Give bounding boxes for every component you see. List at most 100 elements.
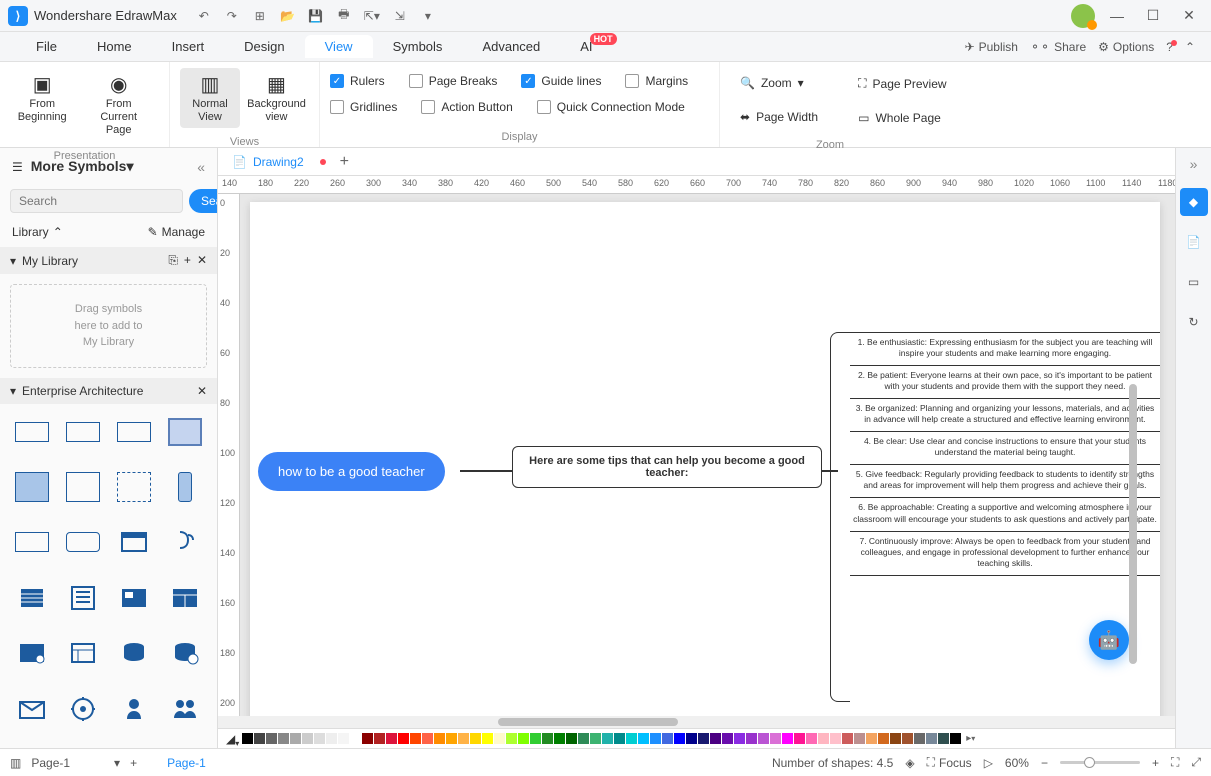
shape-item[interactable] [61,414,104,450]
menu-view[interactable]: View [305,35,373,58]
shape-item[interactable] [164,691,207,727]
page-select[interactable]: Page-1 ▾ [31,756,120,770]
color-swatch[interactable] [254,733,265,744]
canvas[interactable]: how to be a good teacher Here are some t… [240,194,1175,716]
zoom-level[interactable]: 60% [1005,756,1029,770]
tip-item[interactable]: 4. Be clear: Use clear and concise instr… [850,432,1160,465]
search-input[interactable] [10,189,183,213]
color-swatch[interactable] [950,733,961,744]
color-swatch[interactable] [818,733,829,744]
shape-item[interactable] [10,469,53,505]
shape-item[interactable] [113,691,156,727]
color-swatch[interactable] [782,733,793,744]
shape-item[interactable] [113,414,156,450]
import-icon[interactable]: ⇲ [389,5,411,27]
gridlines-checkbox[interactable]: Gridlines [330,100,397,114]
pagewidth-button[interactable]: ⬌Page Width [730,104,828,130]
shape-item[interactable] [10,580,53,616]
color-swatch[interactable] [758,733,769,744]
redo-icon[interactable]: ↷ [221,5,243,27]
expand-rail-icon[interactable]: » [1190,156,1198,172]
tip-item[interactable]: 7. Continuously improve: Always be open … [850,532,1160,576]
wholepage-button[interactable]: ▭Whole Page [848,105,956,131]
color-swatch[interactable] [374,733,385,744]
color-swatch[interactable] [698,733,709,744]
minimize-button[interactable]: — [1103,2,1131,30]
color-swatch[interactable] [302,733,313,744]
save-icon[interactable]: 💾 [305,5,327,27]
shape-item[interactable] [10,524,53,560]
shape-item[interactable] [113,635,156,671]
shape-item[interactable] [61,580,104,616]
color-swatch[interactable] [326,733,337,744]
print-icon[interactable]: 🖶 [333,5,355,27]
color-swatch[interactable] [842,733,853,744]
add-icon[interactable]: + [184,253,191,268]
color-swatch[interactable] [398,733,409,744]
open-icon[interactable]: 📂 [277,5,299,27]
menu-advanced[interactable]: Advanced [462,35,560,58]
color-swatch[interactable] [434,733,445,744]
horizontal-scrollbar-thumb[interactable] [498,718,678,726]
ai-assistant-button[interactable]: 🤖 [1089,620,1129,660]
color-swatch[interactable] [902,733,913,744]
share-button[interactable]: ⚬⚬Share [1030,40,1086,54]
help-button[interactable]: ? [1166,40,1173,54]
color-scroll-icon[interactable]: ▸▾ [966,733,975,744]
collapse-ribbon-button[interactable]: ⌃ [1185,40,1195,54]
add-tab-button[interactable]: + [334,153,355,171]
document-tab[interactable]: 📄Drawing2 [224,151,312,173]
color-swatch[interactable] [638,733,649,744]
new-icon[interactable]: ⊞ [249,5,271,27]
color-swatch[interactable] [422,733,433,744]
color-swatch[interactable] [662,733,673,744]
color-swatch[interactable] [386,733,397,744]
shape-item[interactable] [164,414,207,450]
shape-item[interactable] [164,580,207,616]
page[interactable]: how to be a good teacher Here are some t… [250,202,1160,716]
color-swatch[interactable] [518,733,529,744]
menu-design[interactable]: Design [224,35,304,58]
color-swatch[interactable] [686,733,697,744]
color-swatch[interactable] [626,733,637,744]
menu-file[interactable]: File [16,35,77,58]
color-swatch[interactable] [830,733,841,744]
shape-item[interactable] [61,524,104,560]
color-swatch[interactable] [746,733,757,744]
add-page-button[interactable]: + [130,756,137,770]
color-swatch[interactable] [494,733,505,744]
color-swatch[interactable] [290,733,301,744]
color-swatch[interactable] [602,733,613,744]
color-swatch[interactable] [938,733,949,744]
color-swatch[interactable] [890,733,901,744]
shape-item[interactable] [164,635,207,671]
shape-item[interactable] [61,469,104,505]
zoom-in-button[interactable]: + [1152,756,1159,770]
color-swatch[interactable] [242,733,253,744]
color-swatch[interactable] [854,733,865,744]
fill-dropper-icon[interactable]: ◢▾ [226,732,235,746]
color-swatch[interactable] [446,733,457,744]
play-button[interactable]: ▷ [984,756,993,770]
shape-item[interactable] [113,469,156,505]
color-swatch[interactable] [266,733,277,744]
zoom-out-button[interactable]: − [1041,756,1048,770]
shape-item[interactable] [10,414,53,450]
mindmap-root-node[interactable]: how to be a good teacher [258,452,445,491]
shape-item[interactable] [61,635,104,671]
zoom-slider-thumb[interactable] [1084,757,1095,768]
focus-button[interactable]: ⛶Focus [927,755,972,770]
options-button[interactable]: ⚙Options [1098,40,1154,54]
undo-icon[interactable]: ↶ [193,5,215,27]
color-swatch[interactable] [578,733,589,744]
color-swatch[interactable] [350,733,361,744]
shape-item[interactable] [164,469,207,505]
tip-item[interactable]: 2. Be patient: Everyone learns at their … [850,366,1160,399]
from-current-button[interactable]: ◉From Current Page [78,68,159,142]
qat-dropdown-icon[interactable]: ▾ [417,5,439,27]
zoom-slider[interactable] [1060,761,1140,764]
page-tab[interactable]: Page-1 [167,756,206,770]
shape-item[interactable] [113,580,156,616]
color-swatch[interactable] [410,733,421,744]
color-swatch[interactable] [314,733,325,744]
